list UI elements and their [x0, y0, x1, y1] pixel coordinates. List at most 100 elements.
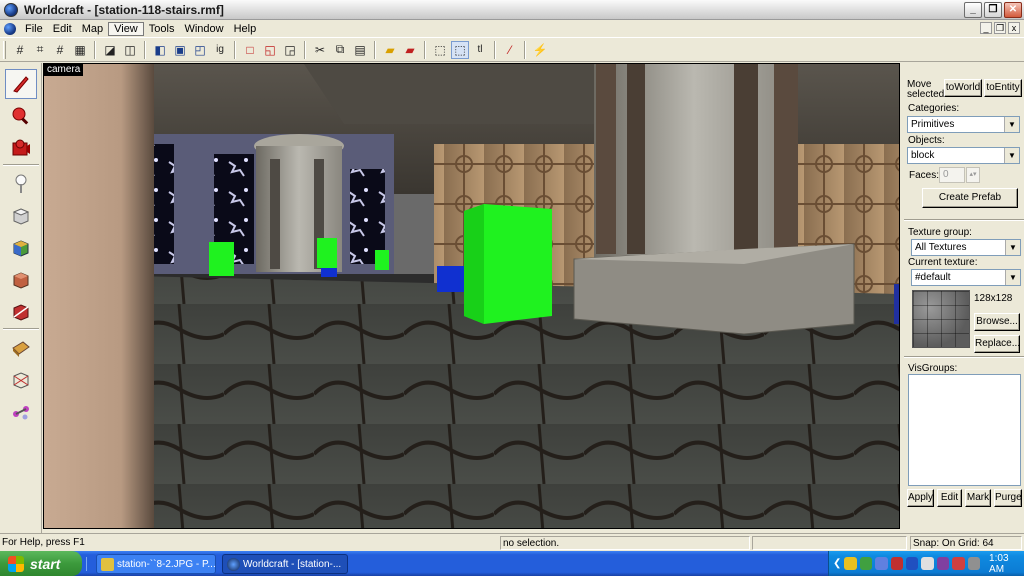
- categories-label: Categories:: [908, 103, 960, 114]
- hide-selected-icon[interactable]: □: [241, 41, 259, 59]
- replace-button[interactable]: Replace...: [974, 335, 1020, 353]
- taskbar-item-paint[interactable]: station-``8-2.JPG - P...: [96, 554, 216, 574]
- chevron-down-icon[interactable]: ▼: [1005, 240, 1020, 255]
- ungroup-icon[interactable]: ◰: [191, 41, 209, 59]
- clip-tool[interactable]: [5, 297, 37, 327]
- selection-box-icon[interactable]: ⬚: [431, 41, 449, 59]
- entity-tool[interactable]: [5, 169, 37, 199]
- taskbar: start station-``8-2.JPG - P... Worldcraf…: [0, 551, 1024, 576]
- objects-select[interactable]: block ▼: [907, 147, 1020, 164]
- maximize-button[interactable]: ❐: [984, 2, 1002, 18]
- mdi-close-button[interactable]: x: [1008, 22, 1020, 34]
- magnify-icon: [12, 107, 29, 125]
- group-icon[interactable]: ▣: [171, 41, 189, 59]
- chevron-down-icon[interactable]: ▼: [1004, 117, 1019, 132]
- menu-file[interactable]: File: [20, 23, 48, 35]
- update-icon[interactable]: [952, 557, 965, 570]
- close-button[interactable]: ✕: [1004, 2, 1022, 18]
- start-button[interactable]: start: [0, 551, 82, 576]
- volume-icon[interactable]: [967, 557, 981, 570]
- green-brush-1[interactable]: [209, 242, 234, 276]
- blue-entity-1[interactable]: [321, 268, 337, 277]
- run-map-icon[interactable]: ⁄: [501, 41, 519, 59]
- tray-expand-icon[interactable]: ❮: [833, 558, 841, 569]
- save-window-state-icon[interactable]: ◫: [121, 41, 139, 59]
- chevron-down-icon[interactable]: ▼: [1005, 270, 1020, 285]
- messenger-icon[interactable]: [875, 557, 888, 570]
- ignore-grouping-icon[interactable]: ig: [211, 41, 229, 59]
- texture-lock-scale-icon[interactable]: ▰: [401, 41, 419, 59]
- paste-icon[interactable]: ▤: [351, 41, 369, 59]
- entity-report-icon[interactable]: ⚡: [531, 41, 549, 59]
- viewport-label: camera: [44, 64, 84, 76]
- faces-spinner[interactable]: ▴▾: [966, 167, 980, 183]
- green-brush-2[interactable]: [317, 238, 337, 268]
- grid-snap-icon[interactable]: ⌗: [31, 41, 49, 59]
- start-label: start: [30, 555, 61, 572]
- cut-icon[interactable]: ✂: [311, 41, 329, 59]
- texture-lock-icon[interactable]: ▰: [381, 41, 399, 59]
- to-world-button[interactable]: toWorld: [944, 79, 982, 97]
- visgroups-list[interactable]: [908, 374, 1021, 486]
- menu-window[interactable]: Window: [179, 23, 228, 35]
- copy-icon[interactable]: ⧉: [331, 41, 349, 59]
- apply-button[interactable]: Apply: [907, 489, 934, 507]
- paint-icon: [101, 558, 114, 571]
- tie-to-entity-icon[interactable]: tl: [471, 41, 489, 59]
- texture-group-select[interactable]: All Textures ▼: [911, 239, 1021, 256]
- create-prefab-button[interactable]: Create Prefab: [922, 188, 1018, 208]
- toolbar-grip[interactable]: [3, 40, 6, 59]
- menu-view[interactable]: View: [108, 21, 144, 36]
- purge-button[interactable]: Purge: [994, 489, 1022, 507]
- to-entity-button[interactable]: toEntity: [984, 79, 1022, 97]
- mark-button[interactable]: Mark: [965, 489, 991, 507]
- carve-icon[interactable]: ◧: [151, 41, 169, 59]
- grid-small-icon[interactable]: #: [51, 41, 69, 59]
- mdi-minimize-button[interactable]: _: [980, 22, 992, 34]
- grid-icon[interactable]: #: [11, 41, 29, 59]
- bluetooth-icon[interactable]: [906, 557, 919, 570]
- hide-unselected-icon[interactable]: ◱: [261, 41, 279, 59]
- apply-decal-tool[interactable]: [5, 265, 37, 295]
- current-texture-select[interactable]: #default ▼: [911, 269, 1021, 286]
- path-tool[interactable]: [5, 365, 37, 395]
- minimize-button[interactable]: _: [964, 2, 982, 18]
- load-window-state-icon[interactable]: ◪: [101, 41, 119, 59]
- vertex-tool[interactable]: [5, 333, 37, 363]
- worldcraft-app-icon[interactable]: [4, 2, 18, 17]
- texture-preview[interactable]: [912, 290, 970, 348]
- apply-texture-tool[interactable]: [5, 233, 37, 263]
- display-icon[interactable]: [921, 557, 934, 570]
- show-hidden-icon[interactable]: ◲: [281, 41, 299, 59]
- taskbar-item-worldcraft[interactable]: Worldcraft - [station-...: [222, 554, 348, 574]
- menu-map[interactable]: Map: [77, 23, 108, 35]
- security-icon[interactable]: [844, 557, 857, 570]
- menu-edit[interactable]: Edit: [48, 23, 77, 35]
- document-system-menu-icon[interactable]: [4, 22, 16, 35]
- faces-input[interactable]: 0: [939, 167, 965, 183]
- camera-viewport[interactable]: camera: [43, 63, 900, 529]
- antivirus-icon[interactable]: [890, 557, 904, 570]
- selection-tool[interactable]: [5, 69, 37, 99]
- edit-button[interactable]: Edit: [937, 489, 962, 507]
- 3d-scene: [44, 64, 899, 528]
- mdi-restore-button[interactable]: ❐: [994, 22, 1006, 34]
- windows-logo-icon: [8, 555, 24, 572]
- grid-large-icon[interactable]: ▦: [71, 41, 89, 59]
- green-brush-3[interactable]: [375, 250, 389, 270]
- network-icon[interactable]: [859, 557, 873, 570]
- blue-entity-2[interactable]: [437, 266, 465, 292]
- menu-tools[interactable]: Tools: [144, 23, 180, 35]
- camera-tool[interactable]: [5, 133, 37, 163]
- media-icon[interactable]: [936, 557, 950, 570]
- clock[interactable]: 1:03 AM: [989, 553, 1024, 575]
- chevron-down-icon[interactable]: ▼: [1004, 148, 1019, 163]
- browse-button[interactable]: Browse...: [974, 313, 1020, 331]
- block-tool[interactable]: [5, 201, 37, 231]
- overlay-tool[interactable]: [5, 397, 37, 427]
- categories-select[interactable]: Primitives ▼: [907, 116, 1020, 133]
- selection-handles-icon[interactable]: ⬚: [451, 40, 469, 59]
- status-selection: no selection.: [500, 536, 750, 550]
- magnify-tool[interactable]: [5, 101, 37, 131]
- menu-help[interactable]: Help: [229, 23, 262, 35]
